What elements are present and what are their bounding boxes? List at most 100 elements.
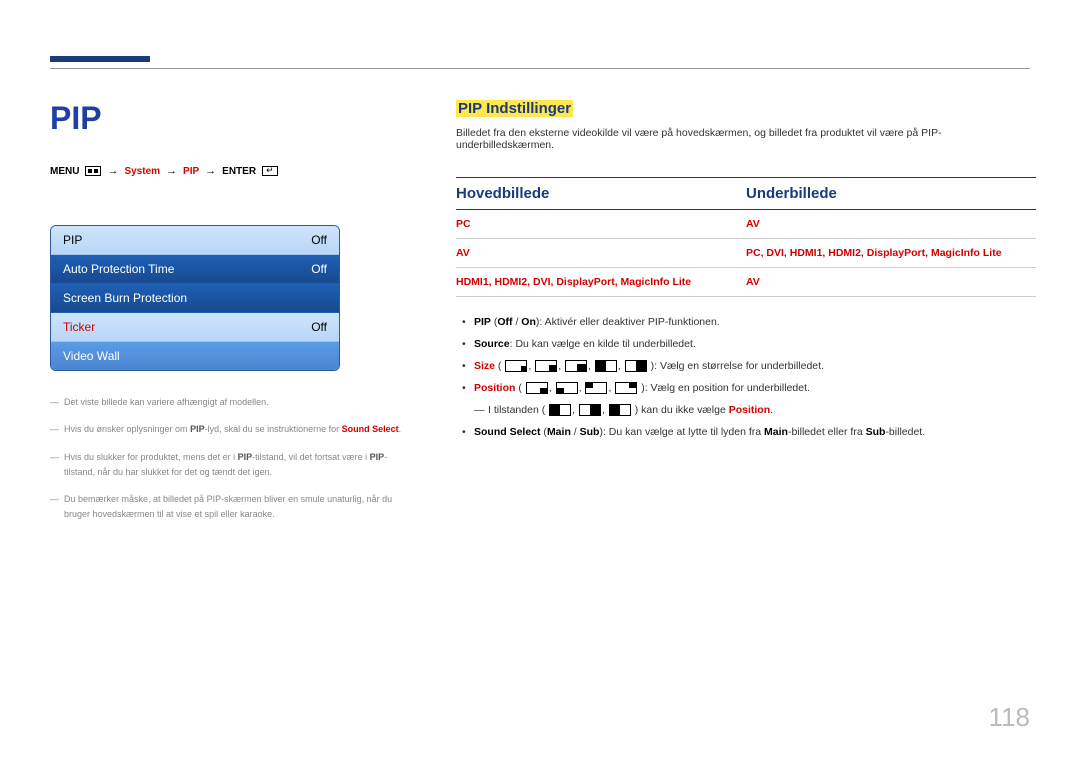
text-bold: PIP: [370, 452, 385, 462]
table-cell: AV: [746, 218, 1036, 230]
footnote: Hvis du slukker for produktet, mens det …: [50, 450, 406, 481]
menu-item-label: Screen Burn Protection: [63, 291, 187, 305]
menu-item-value: Off: [311, 320, 327, 334]
label-red: Size: [474, 360, 495, 372]
source-table: Hovedbillede Underbillede PC AV AV PC, D…: [456, 177, 1036, 297]
page-number: 118: [989, 702, 1030, 733]
size-icon-split-left: [595, 360, 617, 372]
table-cell: PC: [456, 218, 746, 230]
text: ): Du kan vælge at lytte til lyden fra: [599, 426, 764, 438]
menu-item-auto-protection-time[interactable]: Auto Protection Time Off: [51, 255, 339, 284]
breadcrumb-pip: PIP: [183, 166, 199, 177]
size-icon-split-right: [625, 360, 647, 372]
table-header: Hovedbillede Underbillede: [456, 178, 1036, 210]
list-item-sound-select: Sound Select (Main / Sub): Du kan vælge …: [456, 423, 1036, 443]
breadcrumb: MENU → System → PIP → ENTER: [50, 165, 406, 177]
menu-item-label: Video Wall: [63, 349, 120, 363]
footnote: Hvis du ønsker oplysninger om PIP-lyd, s…: [50, 422, 406, 437]
text: /: [513, 316, 522, 328]
page: PIP MENU → System → PIP → ENTER PIP Off …: [0, 0, 1080, 763]
menu-button-icon: [85, 166, 101, 176]
text: Hvis du ønsker oplysninger om: [64, 424, 190, 434]
breadcrumb-menu-label: MENU: [50, 166, 79, 177]
size-icon-split-left: [549, 404, 571, 416]
text-red: Sound Select: [342, 424, 399, 434]
table-header-hovedbillede: Hovedbillede: [456, 178, 746, 209]
highlighted-heading: PIP Indstillinger: [456, 100, 573, 117]
table-cell: AV: [746, 276, 1036, 288]
label-bold: Off: [497, 316, 512, 328]
breadcrumb-enter-label: ENTER: [222, 166, 256, 177]
top-rule: [50, 68, 1030, 69]
menu-item-pip[interactable]: PIP Off: [51, 226, 339, 255]
enter-button-icon: [262, 166, 278, 176]
footnotes: Det viste billede kan variere afhængigt …: [50, 395, 406, 523]
text: ): Vælg en størrelse for underbilledet.: [651, 360, 824, 372]
footnote: Det viste billede kan variere afhængigt …: [50, 395, 406, 410]
text: /: [571, 426, 580, 438]
size-icon-small: [505, 360, 527, 372]
breadcrumb-system: System: [124, 166, 160, 177]
section-heading: PIP Indstillinger: [456, 100, 1036, 117]
text: -billedet.: [885, 426, 925, 438]
menu-item-screen-burn-protection[interactable]: Screen Burn Protection: [51, 284, 339, 313]
left-column: PIP MENU → System → PIP → ENTER PIP Off …: [50, 100, 406, 535]
menu-item-video-wall[interactable]: Video Wall: [51, 342, 339, 370]
position-icon-tl: [585, 382, 607, 394]
table-row: AV PC, DVI, HDMI1, HDMI2, DisplayPort, M…: [456, 239, 1036, 268]
text: (: [515, 382, 521, 394]
text: Hvis du slukker for produktet, mens det …: [64, 452, 238, 462]
label-bold: PIP: [474, 316, 491, 328]
arrow-icon: →: [205, 165, 216, 177]
settings-list: PIP ( Off / On): Aktivér eller deaktiver …: [456, 313, 1036, 443]
text: -tilstand, vil det fortsat være i: [252, 452, 370, 462]
list-item-position-note: I tilstanden ( , , ) kan du ikke vælge P…: [456, 401, 1036, 421]
text: -lyd, skal du se instruktionerne for: [205, 424, 342, 434]
table-row: HDMI1, HDMI2, DVI, DisplayPort, MagicInf…: [456, 268, 1036, 297]
menu-item-value: Off: [311, 233, 327, 247]
text: : Du kan vælge en kilde til underbillede…: [510, 338, 696, 350]
label-bold: Main: [547, 426, 571, 438]
text: I tilstanden (: [488, 404, 545, 416]
position-icon-bl: [556, 382, 578, 394]
menu-item-label: Ticker: [63, 320, 95, 334]
list-item-position: Position ( , , , ): Vælg en position for…: [456, 379, 1036, 399]
table-header-underbillede: Underbillede: [746, 178, 1036, 209]
top-accent-bar: [50, 56, 150, 62]
table-cell: AV: [456, 247, 746, 259]
text-bold: PIP: [238, 452, 253, 462]
label-red: Position: [729, 404, 770, 416]
label-bold: Source: [474, 338, 510, 350]
list-item-source: Source: Du kan vælge en kilde til underb…: [456, 335, 1036, 355]
size-icon-split-left: [609, 404, 631, 416]
size-icon-split-right: [579, 404, 601, 416]
label-bold: On: [521, 316, 536, 328]
text: -billedet eller fra: [788, 426, 866, 438]
footnote: Du bemærker måske, at billedet på PIP-sk…: [50, 492, 406, 523]
position-icon-br: [526, 382, 548, 394]
arrow-icon: →: [107, 165, 118, 177]
menu-item-value: Off: [311, 262, 327, 276]
table-cell: HDMI1, HDMI2, DVI, DisplayPort, MagicInf…: [456, 276, 746, 288]
size-icon-medium: [535, 360, 557, 372]
list-item-pip: PIP (Off / On): Aktivér eller deaktiver …: [456, 313, 1036, 333]
table-row: PC AV: [456, 210, 1036, 239]
list-item-size: Size ( , , , , ): Vælg en størrelse for …: [456, 357, 1036, 377]
text: ): Vælg en position for underbilledet.: [641, 382, 810, 394]
menu-item-label: PIP: [63, 233, 82, 247]
osd-menu-list: PIP Off Auto Protection Time Off Screen …: [50, 225, 340, 371]
menu-item-ticker[interactable]: Ticker Off: [51, 313, 339, 342]
label-bold: Sound Select: [474, 426, 541, 438]
text: .: [399, 424, 402, 434]
label-bold: Sub: [580, 426, 600, 438]
menu-item-label: Auto Protection Time: [63, 262, 174, 276]
size-icon-large: [565, 360, 587, 372]
page-title: PIP: [50, 100, 406, 137]
text-bold: PIP: [190, 424, 205, 434]
intro-text: Billedet fra den eksterne videokilde vil…: [456, 127, 1036, 151]
right-column: PIP Indstillinger Billedet fra den ekste…: [456, 100, 1036, 445]
label-bold: Sub: [866, 426, 886, 438]
text: ): Aktivér eller deaktiver PIP-funktione…: [536, 316, 720, 328]
arrow-icon: →: [166, 165, 177, 177]
text: .: [770, 404, 773, 416]
